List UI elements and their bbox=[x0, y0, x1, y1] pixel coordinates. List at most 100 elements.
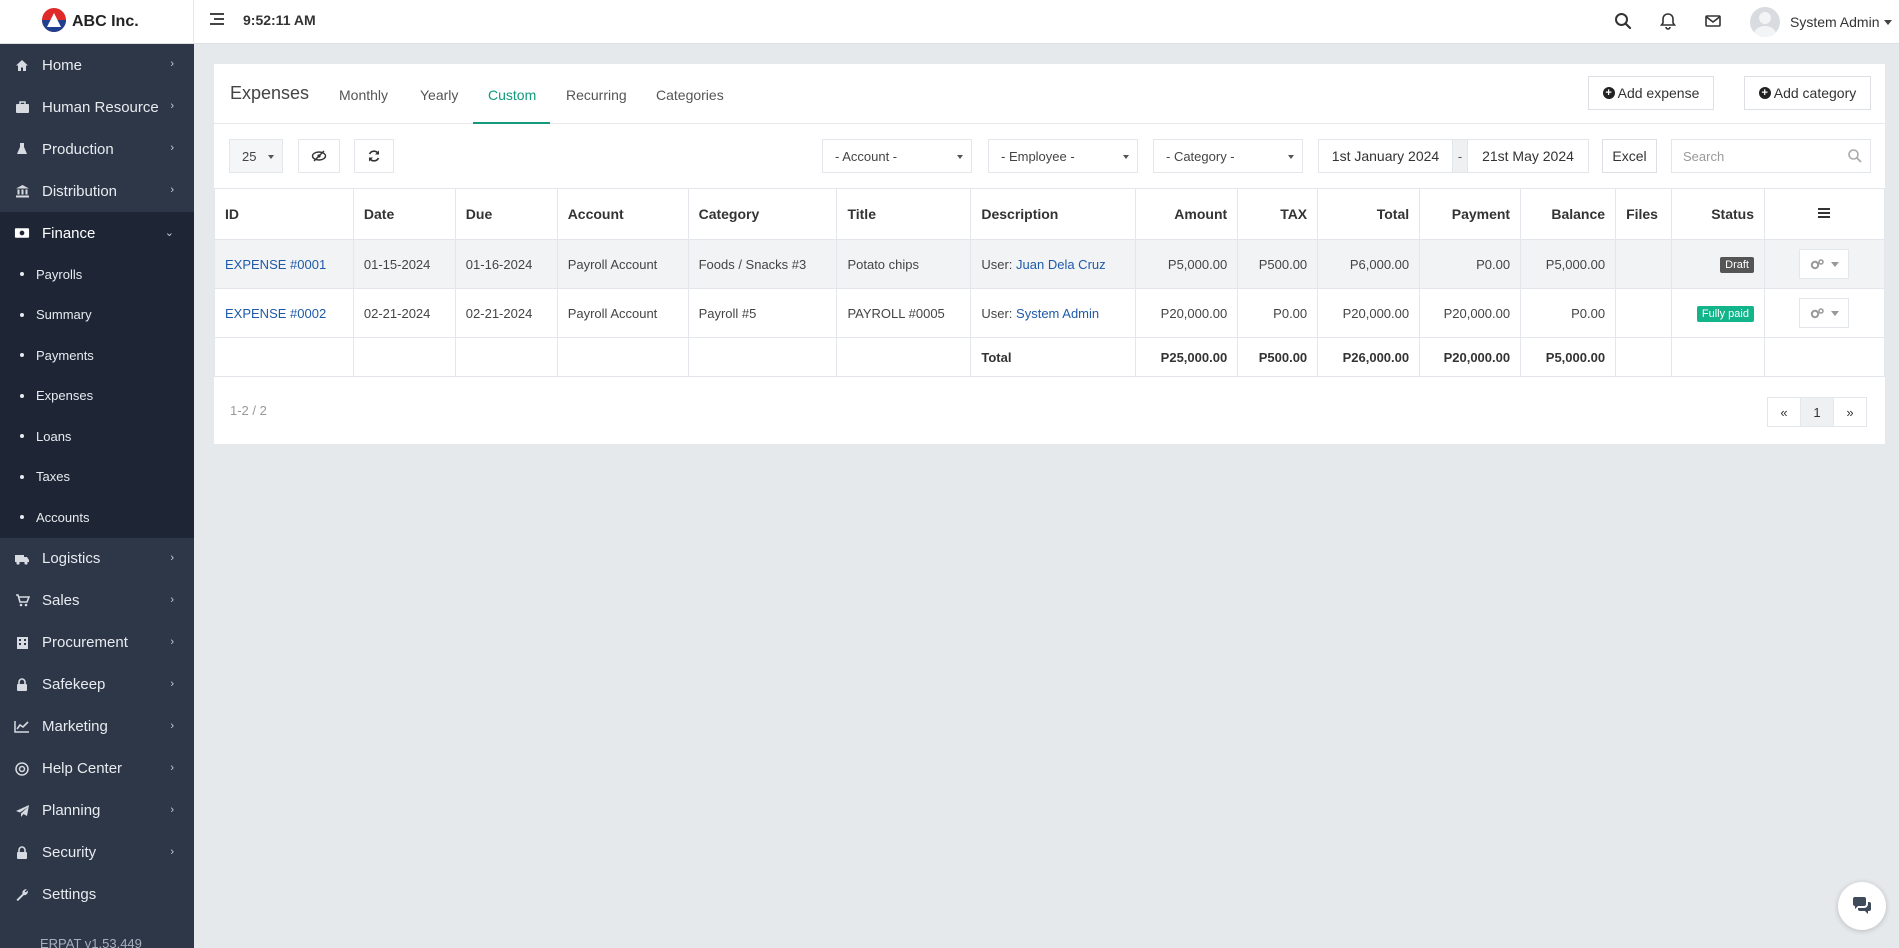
chevron-down-icon bbox=[1123, 155, 1129, 159]
tab-categories[interactable]: Categories bbox=[656, 87, 724, 103]
category-filter-select[interactable]: - Category - bbox=[1153, 139, 1303, 173]
sidebar-item-label: Human Resource bbox=[42, 98, 159, 116]
bullet-icon bbox=[20, 353, 24, 358]
sidebar-subitem-label: Accounts bbox=[36, 509, 90, 525]
tab-recurring[interactable]: Recurring bbox=[566, 87, 627, 103]
sidebar-subitem-payments[interactable]: Payments bbox=[0, 335, 194, 376]
expense-id-link[interactable]: EXPENSE #0001 bbox=[225, 257, 326, 272]
sidebar-subitem-taxes[interactable]: Taxes bbox=[0, 456, 194, 497]
sidebar-item-finance[interactable]: Finance ⌄ bbox=[0, 212, 194, 254]
col-header-due[interactable]: Due bbox=[454, 188, 558, 240]
col-header-date[interactable]: Date bbox=[352, 188, 456, 240]
col-header-tax[interactable]: TAX bbox=[1237, 188, 1319, 240]
sidebar-item-label: Help Center bbox=[42, 760, 123, 777]
bell-icon[interactable] bbox=[1658, 11, 1678, 31]
app-version: ERPAT v1.53.449 bbox=[40, 936, 142, 948]
tab-custom[interactable]: Custom bbox=[488, 87, 536, 103]
date-range-separator: - bbox=[1452, 139, 1468, 173]
user-name: System Admin bbox=[1790, 14, 1880, 30]
employee-filter-value: - Employee - bbox=[1001, 148, 1075, 164]
search-input[interactable]: Search bbox=[1671, 139, 1871, 173]
sidebar-item-marketing[interactable]: Marketing › bbox=[0, 706, 194, 748]
sidebar-item-planning[interactable]: Planning › bbox=[0, 790, 194, 832]
sidebar-item-production[interactable]: Production › bbox=[0, 128, 194, 170]
chart-line-icon bbox=[14, 719, 30, 735]
cell-total: P20,000.00 bbox=[1317, 288, 1421, 338]
col-header-category[interactable]: Category bbox=[687, 188, 838, 240]
cell-title: PAYROLL #0005 bbox=[836, 288, 972, 338]
sidebar-subitem-expenses[interactable]: Expenses bbox=[0, 375, 194, 416]
chevron-right-icon: › bbox=[170, 803, 174, 816]
refresh-button[interactable] bbox=[354, 139, 394, 173]
user-link[interactable]: System Admin bbox=[1016, 306, 1099, 321]
sidebar-subitem-payrolls[interactable]: Payrolls bbox=[0, 254, 194, 295]
column-visibility-button[interactable] bbox=[298, 139, 340, 173]
gears-icon bbox=[1810, 308, 1824, 319]
col-header-title[interactable]: Title bbox=[836, 188, 972, 240]
sidebar-subitem-label: Loans bbox=[36, 428, 72, 444]
col-header-amount[interactable]: Amount bbox=[1135, 188, 1239, 240]
date-from-input[interactable]: 1st January 2024 bbox=[1318, 139, 1453, 173]
sidebar-subitem-label: Taxes bbox=[36, 469, 70, 485]
col-header-total[interactable]: Total bbox=[1317, 188, 1421, 240]
sidebar-subitem-label: Payrolls bbox=[36, 266, 83, 282]
col-header-options[interactable] bbox=[1763, 188, 1886, 240]
sidebar-item-logistics[interactable]: Logistics › bbox=[0, 538, 194, 580]
user-link[interactable]: Juan Dela Cruz bbox=[1016, 257, 1106, 272]
sidebar-item-label: Settings bbox=[42, 886, 97, 903]
sidebar-item-security[interactable]: Security › bbox=[0, 832, 194, 874]
expense-id-link[interactable]: EXPENSE #0002 bbox=[225, 306, 326, 321]
pagination-next-button[interactable]: » bbox=[1833, 397, 1867, 427]
cell-files bbox=[1615, 239, 1673, 289]
user-menu[interactable]: System Admin bbox=[1750, 4, 1893, 40]
table-header-row: ID Date Due Account Category Title Descr… bbox=[214, 188, 1886, 240]
tab-monthly[interactable]: Monthly bbox=[339, 87, 388, 103]
row-actions-button[interactable] bbox=[1799, 249, 1850, 279]
flask-icon bbox=[14, 141, 30, 157]
sidebar-item-human-resource[interactable]: Human Resource › bbox=[0, 86, 194, 128]
refresh-icon bbox=[368, 150, 380, 162]
chat-launcher-button[interactable] bbox=[1838, 882, 1886, 930]
row-actions-button[interactable] bbox=[1799, 298, 1850, 328]
sidebar-item-home[interactable]: Home › bbox=[0, 44, 194, 86]
cell-options bbox=[1763, 239, 1886, 289]
sidebar-item-procurement[interactable]: Procurement › bbox=[0, 622, 194, 664]
mail-icon[interactable] bbox=[1703, 11, 1723, 31]
sidebar-item-settings[interactable]: Settings bbox=[0, 874, 194, 916]
col-header-account[interactable]: Account bbox=[556, 188, 689, 240]
tab-yearly[interactable]: Yearly bbox=[420, 87, 458, 103]
cell-balance: P0.00 bbox=[1520, 288, 1617, 338]
logo-icon bbox=[42, 8, 66, 32]
col-header-files[interactable]: Files bbox=[1615, 188, 1673, 240]
col-header-id[interactable]: ID bbox=[214, 188, 354, 240]
account-filter-select[interactable]: - Account - bbox=[822, 139, 972, 173]
chevron-down-icon bbox=[1830, 261, 1839, 267]
add-expense-button[interactable]: + Add expense bbox=[1588, 76, 1714, 110]
date-to-input[interactable]: 21st May 2024 bbox=[1467, 139, 1589, 173]
sidebar-subitem-accounts[interactable]: Accounts bbox=[0, 497, 194, 538]
col-header-description[interactable]: Description bbox=[970, 188, 1137, 240]
chevron-right-icon: › bbox=[170, 719, 174, 732]
expenses-table: ID Date Due Account Category Title Descr… bbox=[214, 188, 1886, 377]
add-category-button[interactable]: + Add category bbox=[1744, 76, 1871, 110]
pagination-prev-button[interactable]: « bbox=[1767, 397, 1801, 427]
sidebar-subitem-summary[interactable]: Summary bbox=[0, 294, 194, 335]
col-header-status[interactable]: Status bbox=[1671, 188, 1765, 240]
table-row: EXPENSE #0001 01-15-2024 01-16-2024 Payr… bbox=[214, 239, 1886, 289]
menu-toggle-icon[interactable] bbox=[210, 13, 224, 25]
sidebar-item-help-center[interactable]: Help Center › bbox=[0, 748, 194, 790]
page-size-select[interactable]: 25 bbox=[229, 139, 283, 173]
search-icon[interactable] bbox=[1613, 11, 1633, 31]
employee-filter-select[interactable]: - Employee - bbox=[988, 139, 1138, 173]
pagination-page-1[interactable]: 1 bbox=[1800, 397, 1834, 427]
sidebar-item-distribution[interactable]: Distribution › bbox=[0, 170, 194, 212]
excel-export-button[interactable]: Excel bbox=[1602, 139, 1657, 173]
sidebar-item-sales[interactable]: Sales › bbox=[0, 580, 194, 622]
sidebar-item-safekeep[interactable]: Safekeep › bbox=[0, 664, 194, 706]
page-title: Expenses bbox=[230, 83, 310, 103]
sidebar-subitem-loans[interactable]: Loans bbox=[0, 416, 194, 457]
money-icon bbox=[14, 225, 30, 241]
col-header-payment[interactable]: Payment bbox=[1419, 188, 1522, 240]
col-header-balance[interactable]: Balance bbox=[1520, 188, 1617, 240]
brand[interactable]: ABC Inc. bbox=[0, 0, 194, 44]
